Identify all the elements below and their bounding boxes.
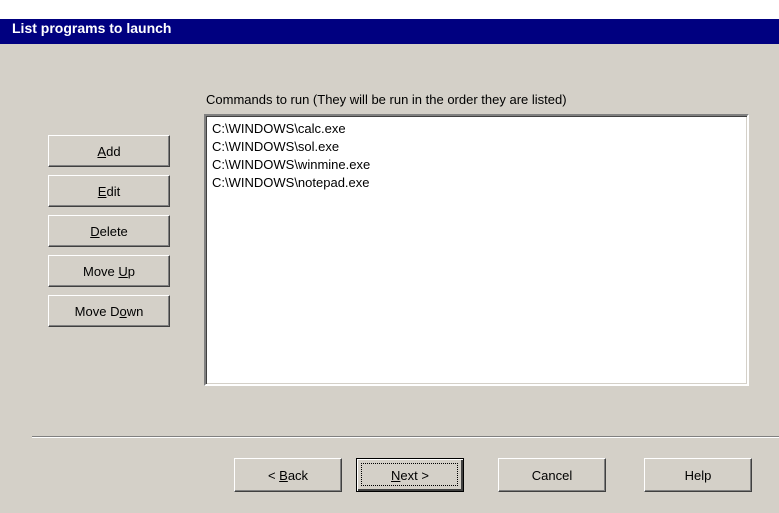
cancel-button[interactable]: Cancel (498, 458, 606, 492)
move-down-button[interactable]: Move Down (48, 295, 170, 327)
focus-rectangle (361, 463, 458, 486)
help-button-label: Help (684, 467, 712, 483)
next-button[interactable]: Next > (356, 458, 464, 492)
move-up-button-label: Move Up (82, 263, 136, 279)
help-button[interactable]: Help (644, 458, 752, 492)
edit-button[interactable]: Edit (48, 175, 170, 207)
commands-listbox[interactable]: C:\WINDOWS\calc.exe C:\WINDOWS\sol.exe C… (204, 114, 749, 386)
move-down-button-label: Move Down (74, 303, 144, 319)
delete-button[interactable]: Delete (48, 215, 170, 247)
commands-label: Commands to run (They will be run in the… (206, 92, 567, 107)
title-bar: List programs to launch (0, 0, 779, 44)
add-button[interactable]: Add (48, 135, 170, 167)
separator (32, 436, 779, 438)
back-button-label: < Back (267, 467, 309, 483)
list-item[interactable]: C:\WINDOWS\sol.exe (212, 138, 741, 156)
delete-button-label: Delete (90, 223, 128, 239)
next-button-label: Next > (391, 467, 429, 483)
cancel-button-label: Cancel (531, 467, 573, 483)
list-item[interactable]: C:\WINDOWS\notepad.exe (212, 174, 741, 192)
add-button-label: Add (97, 143, 121, 159)
list-item[interactable]: C:\WINDOWS\calc.exe (212, 120, 741, 138)
edit-button-label: Edit (97, 183, 121, 199)
move-up-button[interactable]: Move Up (48, 255, 170, 287)
page-title: List programs to launch (12, 20, 172, 36)
list-item[interactable]: C:\WINDOWS\winmine.exe (212, 156, 741, 174)
back-button[interactable]: < Back (234, 458, 342, 492)
